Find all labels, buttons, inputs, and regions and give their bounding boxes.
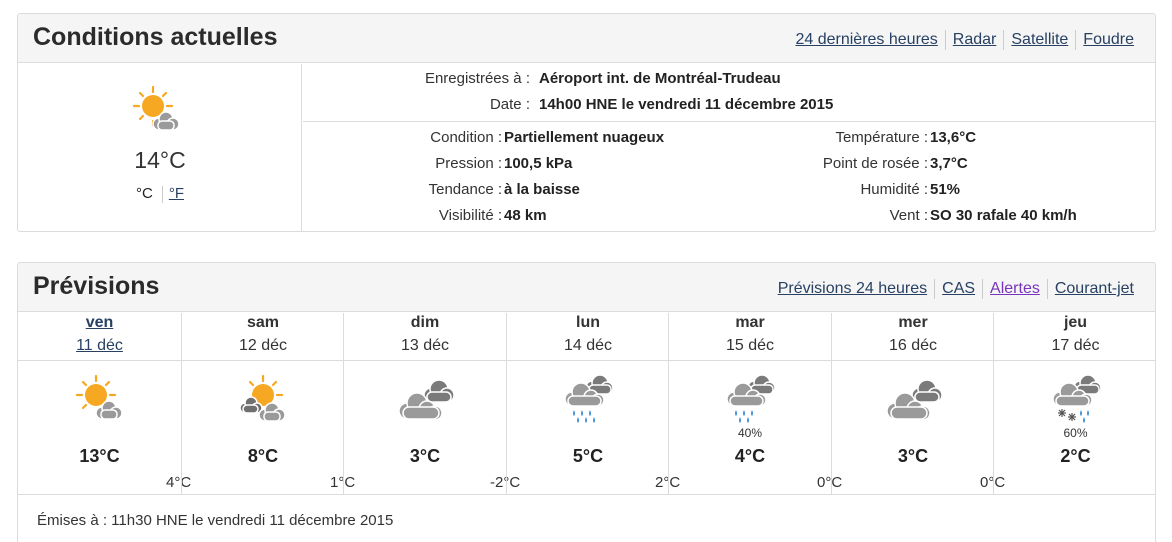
day-name: sam (246, 314, 280, 331)
humidity-value: 51% (930, 181, 961, 198)
wind-label: Vent : (889, 207, 928, 224)
cloudy-icon (886, 379, 943, 421)
pressure-label: Pression : (435, 155, 502, 172)
day-name[interactable]: ven (18, 314, 181, 332)
link-lightning[interactable]: Foudre (1075, 30, 1141, 50)
high-temp: 5°C (572, 446, 604, 466)
sun-cloud-icon (75, 374, 123, 420)
forecast-day-lun: lun 14 déc 5°C 2°C (506, 313, 680, 494)
rain-icon (726, 374, 776, 423)
recorded-value: Aéroport int. de Montréal-Trudeau (539, 70, 781, 87)
forecast-day-sam: sam 12 déc 8°C 1°C (181, 313, 355, 494)
unit-switch: °C °F (18, 185, 302, 203)
rain-snow-icon (1051, 374, 1102, 423)
sun-clouds-icon (239, 374, 286, 422)
pop: 60% (1063, 426, 1088, 440)
forecast-day-mer: mer 16 déc 3°C 0°C (831, 313, 1005, 494)
temperature-label: Température : (835, 129, 928, 146)
unit-fahrenheit-link[interactable]: °F (169, 185, 184, 202)
issued-time: Émises à : 11h30 HNE le vendredi 11 déce… (37, 512, 394, 529)
link-radar[interactable]: Radar (944, 30, 1004, 50)
forecast-links: Prévisions 24 heures CAS Alertes Courant… (771, 279, 1141, 299)
condition-value: Partiellement nuageux (504, 129, 665, 146)
high-temp: 4°C (734, 446, 766, 466)
link-satellite[interactable]: Satellite (1003, 30, 1075, 50)
high-temp: 3°C (897, 446, 929, 466)
forecast-day-jeu: jeu 17 déc 60% 2°C (993, 313, 1155, 494)
day-name: mar (735, 314, 765, 331)
day-date: 14 déc (563, 337, 613, 354)
current-conditions-panel: Conditions actuelles 24 dernières heures… (17, 13, 1156, 232)
visibility-label: Visibilité : (438, 207, 502, 224)
forecast-header: Prévisions Prévisions 24 heures CAS Aler… (18, 263, 1155, 312)
tendency-label: Tendance : (428, 181, 502, 198)
forecast-day-mar: mar 15 déc 40% 4°C 0°C (668, 313, 842, 494)
cloudy-icon (398, 379, 455, 421)
current-summary: 14°C °C °F (18, 64, 302, 231)
date-value: 14h00 HNE le vendredi 11 décembre 2015 (539, 96, 834, 113)
recorded-label: Enregistrées à : (424, 70, 530, 87)
day-date: 15 déc (725, 337, 775, 354)
current-links: 24 dernières heures Radar Satellite Foud… (788, 30, 1141, 50)
link-24h-forecast[interactable]: Prévisions 24 heures (771, 279, 934, 299)
temperature-value: 13,6°C (930, 129, 977, 146)
day-name: dim (410, 314, 440, 331)
unit-celsius: °C (135, 185, 153, 202)
forecast-day-dim: dim 13 déc 3°C -2°C (343, 313, 520, 494)
pressure-value: 100,5 kPa (504, 155, 573, 172)
tendency-value: à la baisse (504, 181, 580, 198)
rain-icon (564, 374, 614, 423)
current-conditions-title: Conditions actuelles (33, 23, 278, 51)
pop: 40% (737, 426, 763, 440)
day-date: 12 déc (238, 337, 288, 354)
day-name: jeu (1063, 314, 1088, 331)
humidity-label: Humidité : (860, 181, 928, 198)
high-temp: 2°C (1060, 446, 1091, 466)
forecast-panel: Prévisions Prévisions 24 heures CAS Aler… (17, 262, 1156, 542)
high-temp: 8°C (247, 446, 279, 466)
high-temp: 3°C (409, 446, 441, 466)
wind-value: SO 30 rafale 40 km/h (930, 207, 1077, 224)
day-date: 17 déc (1051, 337, 1100, 354)
link-cas[interactable]: CAS (934, 279, 982, 299)
dewpoint-label: Point de rosée : (822, 155, 928, 172)
condition-label: Condition : (430, 129, 502, 146)
link-jet-stream[interactable]: Courant-jet (1046, 279, 1141, 299)
forecast-days: ven 11 déc 13°C 4°C sam 12 déc 8°C 1°C d… (18, 313, 1155, 494)
day-date: 16 déc (888, 337, 938, 354)
dewpoint-value: 3,7°C (930, 155, 968, 172)
day-name: lun (576, 314, 600, 331)
day-name: mer (898, 314, 928, 331)
forecast-day-ven: ven 11 déc 13°C 4°C (18, 313, 191, 494)
high-temp: 13°C (79, 446, 120, 466)
link-24h[interactable]: 24 dernières heures (788, 30, 944, 50)
date-label: Date : (489, 96, 530, 113)
current-conditions-header: Conditions actuelles 24 dernières heures… (18, 14, 1155, 63)
day-date: 13 déc (400, 337, 450, 354)
sun-cloud-icon (132, 85, 180, 131)
link-alerts[interactable]: Alertes (982, 279, 1047, 299)
current-temperature: 14°C (134, 147, 186, 173)
visibility-value: 48 km (504, 207, 547, 224)
forecast-title: Prévisions (33, 272, 160, 300)
day-date[interactable]: 11 déc (18, 337, 181, 355)
